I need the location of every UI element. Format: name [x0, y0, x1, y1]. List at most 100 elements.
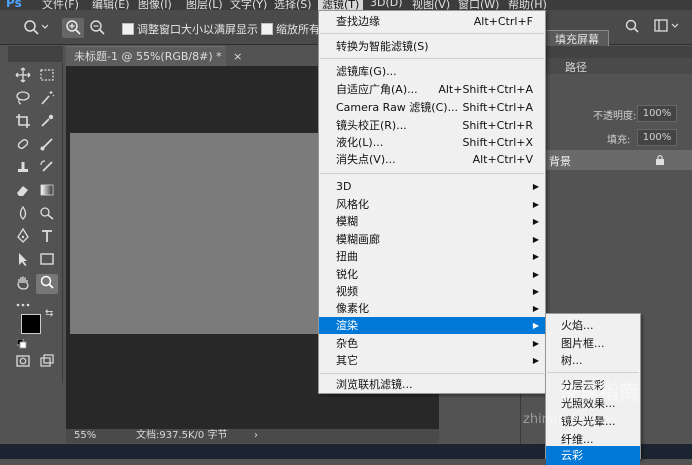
foreground-color-swatch[interactable]: [21, 314, 41, 334]
menu-type[interactable]: 文字(Y): [230, 0, 267, 10]
history-brush-icon: [40, 160, 53, 172]
fill-field[interactable]: 100%: [637, 129, 677, 146]
panel-header[interactable]: [521, 46, 692, 58]
document-tab-title: 未标题-1 @ 55%(RGB/8#): [74, 50, 213, 63]
marquee-icon: [40, 69, 54, 81]
eyedropper-tool[interactable]: [36, 113, 58, 133]
menu-filter[interactable]: 滤镜(T): [318, 0, 364, 10]
hand-tool[interactable]: [12, 274, 34, 294]
opacity-field[interactable]: 100%: [637, 105, 677, 122]
menu-item-adaptive-wide-angle[interactable]: 自适应广角(A)... Alt+Shift+Ctrl+A: [319, 81, 545, 98]
more-icon: [16, 303, 30, 307]
tab-paths[interactable]: 路径: [565, 59, 587, 75]
menu-layer[interactable]: 图层(L): [186, 0, 223, 10]
brush-tool[interactable]: [36, 136, 58, 156]
menu-3d[interactable]: 3D(D): [370, 0, 403, 9]
menu-item-stylize[interactable]: 风格化 ▶: [319, 196, 545, 213]
quick-mask-button[interactable]: [12, 353, 34, 373]
menu-item-video[interactable]: 视频 ▶: [319, 283, 545, 300]
menu-edit[interactable]: 编辑(E): [92, 0, 130, 10]
menu-item-filter-gallery[interactable]: 滤镜库(G)...: [319, 63, 545, 80]
menu-item-camera-raw[interactable]: Camera Raw 滤镜(C)... Shift+Ctrl+A: [319, 99, 545, 116]
layer-row-background[interactable]: 背景: [521, 150, 692, 170]
menu-window[interactable]: 窗口(W): [458, 0, 499, 10]
tools-panel-header[interactable]: [8, 46, 63, 62]
history-brush-tool[interactable]: [36, 159, 58, 179]
fill-label: 填充:: [607, 135, 631, 146]
menu-item-other[interactable]: 其它 ▶: [319, 352, 545, 369]
menu-item-liquify[interactable]: 液化(L)... Shift+Ctrl+X: [319, 134, 545, 151]
gradient-icon: [40, 184, 54, 196]
submenu-item-clouds[interactable]: 云彩: [546, 446, 640, 465]
magic-wand-tool[interactable]: [36, 90, 58, 110]
screen-mode-button[interactable]: [36, 353, 58, 373]
menu-item-vanishing-point[interactable]: 消失点(V)... Alt+Ctrl+V: [319, 151, 545, 168]
resize-window-checkbox[interactable]: [122, 23, 134, 35]
gradient-tool[interactable]: [36, 182, 58, 202]
search-button[interactable]: [620, 18, 644, 38]
opacity-row: 不透明度: 100%: [521, 104, 692, 124]
eraser-tool[interactable]: [12, 182, 34, 202]
zoom-all-checkbox[interactable]: [261, 23, 273, 35]
dodge-icon: [40, 207, 54, 220]
zoom-level[interactable]: 55%: [74, 429, 96, 443]
watermark: 快速指南 zhinanle.com: [523, 376, 683, 436]
menu-item-3d[interactable]: 3D ▶: [319, 178, 545, 195]
zoom-tool[interactable]: [36, 274, 58, 294]
submenu-item-flame[interactable]: 火焰...: [546, 316, 640, 335]
menu-bar: Ps 文件(F) 编辑(E) 图像(I) 图层(L) 文字(Y) 选择(S) 滤…: [0, 0, 692, 10]
healing-brush-tool[interactable]: [12, 136, 34, 156]
close-tab-icon[interactable]: ×: [233, 50, 242, 63]
submenu-arrow-icon: ▶: [532, 321, 539, 330]
clone-stamp-tool[interactable]: [12, 159, 34, 179]
document-canvas[interactable]: [70, 133, 321, 334]
type-tool[interactable]: [36, 228, 58, 248]
menu-item-noise[interactable]: 杂色 ▶: [319, 335, 545, 352]
menu-item-lens-correction[interactable]: 镜头校正(R)... Shift+Ctrl+R: [319, 117, 545, 134]
dodge-tool[interactable]: [36, 205, 58, 225]
menu-item-blur[interactable]: 模糊 ▶: [319, 213, 545, 230]
type-icon: [42, 230, 52, 242]
workspace-switcher[interactable]: [652, 18, 682, 38]
path-selection-tool[interactable]: [12, 251, 34, 271]
menu-item-browse-online-filters[interactable]: 浏览联机滤镜...: [319, 376, 545, 393]
pen-tool[interactable]: [12, 227, 34, 248]
move-tool[interactable]: [12, 67, 34, 87]
brush-icon: [40, 138, 53, 151]
menu-separator: [320, 373, 544, 374]
menu-item-convert-smart-filters[interactable]: 转换为智能滤镜(S): [319, 38, 545, 55]
crop-icon: [16, 114, 30, 128]
photoshop-logo: Ps: [6, 0, 22, 10]
zoom-out-button[interactable]: [86, 18, 108, 38]
menu-item-blur-gallery[interactable]: 模糊画廊 ▶: [319, 231, 545, 248]
blur-tool[interactable]: [12, 205, 34, 225]
menu-help[interactable]: 帮助(H): [508, 0, 547, 10]
menu-item-sharpen[interactable]: 锐化 ▶: [319, 266, 545, 283]
submenu-item-tree[interactable]: 树...: [546, 351, 640, 370]
status-menu-arrow[interactable]: ›: [254, 429, 258, 443]
menu-image[interactable]: 图像(I): [138, 0, 172, 10]
menu-item-pixelate[interactable]: 像素化 ▶: [319, 300, 545, 317]
menu-item-find-edges[interactable]: 查找边缘 Alt+Ctrl+F: [319, 13, 545, 30]
bandage-icon: [17, 139, 29, 149]
rectangle-tool[interactable]: [36, 251, 58, 271]
lock-icon: [656, 154, 664, 165]
submenu-arrow-icon: ▶: [532, 200, 539, 209]
zoom-tool-preset[interactable]: [18, 18, 52, 38]
default-colors-icon[interactable]: [16, 338, 27, 349]
crop-tool[interactable]: [12, 113, 34, 133]
menu-select[interactable]: 选择(S): [274, 0, 312, 10]
document-tab[interactable]: 未标题-1 @ 55%(RGB/8#) * ×: [66, 46, 242, 66]
stamp-icon: [18, 162, 28, 172]
menu-item-distort[interactable]: 扭曲 ▶: [319, 248, 545, 265]
marquee-tool[interactable]: [36, 67, 58, 87]
move-icon: [15, 67, 31, 83]
zoom-out-icon: [90, 20, 105, 35]
menu-view[interactable]: 视图(V): [412, 0, 450, 10]
menu-file[interactable]: 文件(F): [42, 0, 79, 10]
menu-item-render[interactable]: 渲染 ▶: [319, 317, 545, 334]
lasso-tool[interactable]: [12, 90, 34, 110]
swap-colors-icon[interactable]: ⇆: [45, 308, 57, 320]
opacity-label: 不透明度:: [593, 111, 637, 122]
zoom-in-button[interactable]: [62, 18, 84, 38]
